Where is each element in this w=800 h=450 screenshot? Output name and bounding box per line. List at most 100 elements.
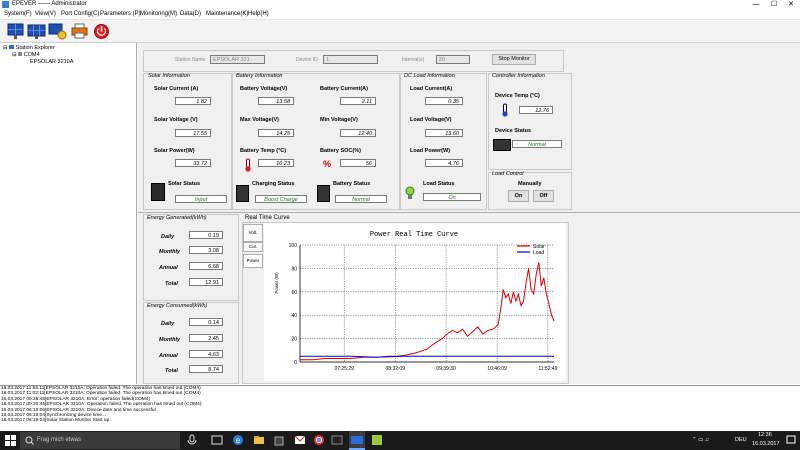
thermometer-icon <box>245 158 251 172</box>
microphone-icon[interactable] <box>186 434 198 446</box>
battery-current-value: 2.11 <box>340 97 376 105</box>
energy-generated-panel <box>143 214 239 301</box>
menu-help[interactable]: Help(H) <box>248 11 269 17</box>
tray-icons[interactable]: ⌃ ▭ ♫ <box>692 437 709 443</box>
min-voltage-label: Min Voltage(V) <box>320 117 358 123</box>
menu-view[interactable]: View(V) <box>35 11 56 17</box>
print-icon[interactable] <box>70 22 89 40</box>
clock-date[interactable]: 16.03.2017 <box>752 441 780 447</box>
manually-label: Manually <box>518 181 542 187</box>
edge-icon[interactable]: e <box>232 434 244 446</box>
battery-voltage-value: 13.58 <box>258 97 294 105</box>
legend-label: Load <box>533 250 544 256</box>
chart-y-tick-label: 100 <box>289 243 298 249</box>
load-off-button[interactable]: Off <box>533 190 554 202</box>
tab-current[interactable]: Cur. <box>243 242 263 252</box>
power-chart: Power Real Time Curve Power (W) 0 20 40 60 8… <box>264 223 566 381</box>
battery-icon <box>317 185 330 202</box>
minimize-button[interactable]: — <box>747 0 765 9</box>
tab-voltage[interactable]: Volt. <box>243 224 263 242</box>
controller-panel <box>488 73 572 170</box>
load-power-value: 4.76 <box>425 159 463 167</box>
device-status-label: Device Status <box>495 128 532 134</box>
tab-power[interactable]: Power <box>243 254 263 268</box>
chart-x-tick-label: 07:25:29 <box>334 366 354 372</box>
language-indicator[interactable]: DEU <box>735 437 747 443</box>
con-total-value: 8.74 <box>189 365 223 373</box>
expand-icon[interactable]: ⊟ <box>12 52 17 58</box>
device-id-field[interactable]: 1 <box>323 55 378 64</box>
solar-array-icon[interactable] <box>27 22 46 40</box>
section-divider <box>138 212 800 213</box>
gen-monthly-label: Monthly <box>159 249 181 255</box>
solar-config-icon[interactable] <box>48 22 67 40</box>
notification-icon[interactable] <box>786 435 796 445</box>
station-name-field[interactable]: EPSOLAR 321 <box>210 55 265 64</box>
load-on-button[interactable]: On <box>508 190 529 202</box>
tree-port[interactable]: ⊟ COM4 <box>12 52 40 58</box>
epever-app-icon <box>351 436 363 444</box>
gen-total-label: Total <box>165 281 178 287</box>
station-name-label: Station Name <box>175 57 206 63</box>
tree-root[interactable]: ⊟ Station Explorer <box>3 45 55 51</box>
load-control-title: Load Control <box>492 171 524 177</box>
tree-device[interactable]: EPSOLAR 3210A <box>30 59 73 65</box>
device-temp-label: Device Temp (°C) <box>495 93 540 99</box>
min-voltage-value: 12.40 <box>340 129 376 137</box>
menu-system[interactable]: System(F) <box>4 11 32 17</box>
menu-monitoring[interactable]: Monitoring(M) <box>140 11 177 17</box>
svg-text:e: e <box>236 436 241 445</box>
chart-y-tick-label: 80 <box>291 266 297 272</box>
battery-temp-label: Battery Temp (°C) <box>240 148 287 154</box>
solar-tool-icon[interactable] <box>371 434 383 446</box>
menu-port-config[interactable]: Port Config(C) <box>61 11 99 17</box>
title-bar: EPEVER —— Administrator <box>0 0 800 9</box>
terminal-icon[interactable] <box>331 434 343 446</box>
con-monthly-label: Monthly <box>159 337 181 343</box>
power-icon[interactable] <box>92 22 111 40</box>
percent-icon: % <box>323 159 332 169</box>
energy-generated-title: Energy Generated(kWh) <box>147 215 207 221</box>
station-explorer: ⊟ Station Explorer ⊟ COM4 EPSOLAR 3210A <box>0 43 137 384</box>
windows-start-icon[interactable] <box>5 435 16 446</box>
chart-title: Power Real Time Curve <box>370 231 458 239</box>
stop-monitor-button[interactable]: Stop Monitor <box>492 54 536 65</box>
interval-field[interactable]: 20 <box>436 55 470 64</box>
maximize-button[interactable]: ☐ <box>765 0 783 9</box>
chrome-icon[interactable] <box>313 434 325 446</box>
con-monthly-value: 2.45 <box>189 334 223 342</box>
task-view-icon[interactable] <box>211 434 223 446</box>
gen-annual-value: 6.68 <box>189 262 223 270</box>
app-icon <box>2 1 9 8</box>
solar-power-label: Solar Power(W) <box>154 148 195 154</box>
window-title: EPEVER —— Administrator <box>12 1 87 7</box>
expand-icon[interactable]: ⊟ <box>3 45 8 51</box>
menu-parameters[interactable]: Parameters (P) <box>100 11 141 17</box>
chart-y-label: Power (W) <box>274 272 279 294</box>
menu-data[interactable]: Data(D) <box>180 11 201 17</box>
solar-station-icon[interactable] <box>6 22 25 40</box>
load-control-panel <box>488 172 572 210</box>
load-title: DC Load Information <box>404 73 455 79</box>
menu-maintenance[interactable]: Maintenance(K) <box>206 11 248 17</box>
controller-title: Controller Information <box>492 73 545 79</box>
charging-battery-icon <box>236 185 249 202</box>
curve-section-title: Real Time Curve <box>245 215 290 221</box>
gen-daily-value: 0.19 <box>189 231 223 239</box>
interval-label: Interval(s) <box>402 57 425 63</box>
charging-status-label: Charging Status <box>252 181 295 187</box>
gmail-icon[interactable] <box>294 434 306 446</box>
store-icon[interactable] <box>273 434 285 446</box>
port-icon <box>18 52 23 56</box>
con-total-label: Total <box>165 368 178 374</box>
solar-status-value: Input <box>175 195 227 203</box>
chart-x-tick-label: 10:46:09 <box>487 366 507 372</box>
light-bulb-icon <box>405 186 415 199</box>
load-power-label: Load Power(W) <box>410 148 451 154</box>
close-button[interactable]: ✕ <box>782 0 800 9</box>
station-icon <box>9 45 15 49</box>
clock-time[interactable]: 12:36 <box>758 432 772 438</box>
file-explorer-icon[interactable] <box>253 434 265 446</box>
battery-voltage-label: Battery Voltage(V) <box>240 86 288 92</box>
chart-y-tick-label: 20 <box>291 337 297 343</box>
